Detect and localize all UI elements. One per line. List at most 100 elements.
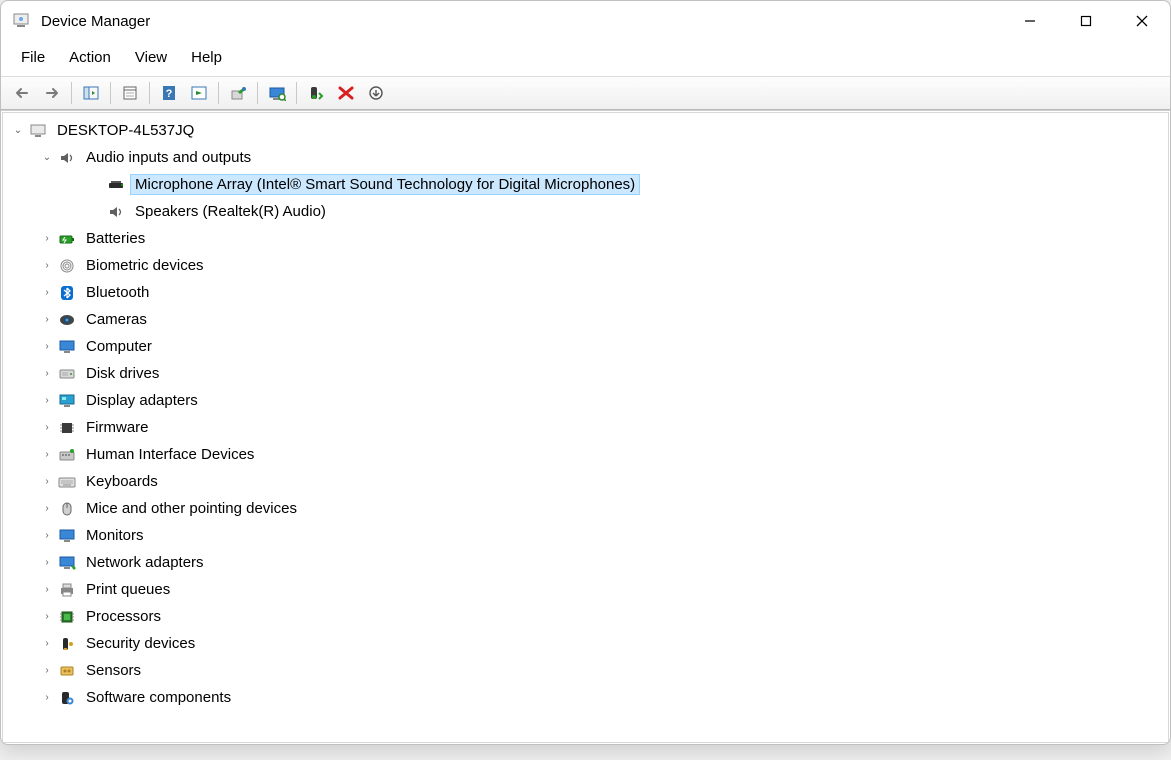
monitor-icon <box>56 526 78 546</box>
menu-view[interactable]: View <box>123 45 179 70</box>
tree-node[interactable]: ⌄ DESKTOP-4L537JQ <box>3 117 1168 144</box>
titlebar[interactable]: Device Manager <box>1 1 1170 41</box>
tree-node[interactable]: Microphone Array (Intel® Smart Sound Tec… <box>3 171 1168 198</box>
svg-text:?: ? <box>166 88 173 100</box>
monitor-icon <box>56 337 78 357</box>
sensor-icon <box>56 661 78 681</box>
menu-action[interactable]: Action <box>57 45 123 70</box>
bluetooth-icon <box>56 283 78 303</box>
tree-node[interactable]: › Cameras <box>3 306 1168 333</box>
toolbar-separator <box>296 82 297 104</box>
chevron-right-icon[interactable]: › <box>38 581 56 599</box>
security-icon <box>56 634 78 654</box>
scan-hardware-button[interactable] <box>263 80 291 106</box>
tree-node[interactable]: › Processors <box>3 603 1168 630</box>
forward-button[interactable] <box>38 80 66 106</box>
chevron-down-icon[interactable]: ⌄ <box>9 122 27 140</box>
hid-icon <box>56 445 78 465</box>
tree-node[interactable]: ›Biometric devices <box>3 252 1168 279</box>
cpu-icon <box>56 607 78 627</box>
minimize-button[interactable] <box>1002 1 1058 41</box>
tree-node[interactable]: › Batteries <box>3 225 1168 252</box>
menu-file[interactable]: File <box>9 45 57 70</box>
tree-node[interactable]: ›Sensors <box>3 657 1168 684</box>
enable-device-button[interactable] <box>302 80 330 106</box>
chevron-right-icon[interactable]: › <box>38 554 56 572</box>
keyboard-icon <box>56 472 78 492</box>
back-button[interactable] <box>8 80 36 106</box>
tree-node[interactable]: › Firmware <box>3 414 1168 441</box>
chevron-right-icon[interactable]: › <box>38 419 56 437</box>
refresh-button[interactable] <box>185 80 213 106</box>
device-tree[interactable]: ⌄ DESKTOP-4L537JQ ⌄ Audio inputs and output… <box>2 112 1169 743</box>
chevron-right-icon[interactable]: › <box>38 662 56 680</box>
update-driver-button[interactable] <box>224 80 252 106</box>
tree-node-label: Batteries <box>82 229 149 248</box>
chevron-right-icon[interactable]: › <box>38 311 56 329</box>
maximize-button[interactable] <box>1058 1 1114 41</box>
chevron-right-icon[interactable]: › <box>38 257 56 275</box>
tree-node[interactable]: ›Monitors <box>3 522 1168 549</box>
tree-node[interactable]: ⌄ Audio inputs and outputs <box>3 144 1168 171</box>
tree-node-label: Microphone Array (Intel® Smart Sound Tec… <box>131 175 639 194</box>
tree-node[interactable]: › Security devices <box>3 630 1168 657</box>
tree-node[interactable]: ›Disk drives <box>3 360 1168 387</box>
tree-node-label: Keyboards <box>82 472 162 491</box>
tree-node-label: Processors <box>82 607 165 626</box>
tree-node[interactable]: › Software components <box>3 684 1168 711</box>
menu-help[interactable]: Help <box>179 45 234 70</box>
tree-node-label: Computer <box>82 337 156 356</box>
chevron-right-icon[interactable]: › <box>38 392 56 410</box>
disk-icon <box>56 364 78 384</box>
chevron-right-icon[interactable]: › <box>38 338 56 356</box>
tree-node[interactable]: ›Human Interface Devices <box>3 441 1168 468</box>
chevron-right-icon[interactable]: › <box>38 527 56 545</box>
close-button[interactable] <box>1114 1 1170 41</box>
chevron-right-icon[interactable]: › <box>38 635 56 653</box>
help-button[interactable]: ? <box>155 80 183 106</box>
chevron-right-icon[interactable]: › <box>38 608 56 626</box>
tree-node-label: Security devices <box>82 634 199 653</box>
chevron-down-icon[interactable]: ⌄ <box>38 149 56 167</box>
properties-button[interactable] <box>116 80 144 106</box>
tree-node-label: Bluetooth <box>82 283 153 302</box>
app-icon <box>11 11 31 31</box>
chevron-right-icon[interactable]: › <box>38 473 56 491</box>
tree-node-label: Firmware <box>82 418 153 437</box>
chevron-right-icon[interactable]: › <box>38 365 56 383</box>
chevron-right-icon[interactable]: › <box>38 230 56 248</box>
tree-node[interactable]: › Mice and other pointing devices <box>3 495 1168 522</box>
chevron-right-icon[interactable]: › <box>38 284 56 302</box>
chevron-right-icon[interactable]: › <box>38 446 56 464</box>
show-hide-console-tree-button[interactable] <box>77 80 105 106</box>
tree-node-label: Print queues <box>82 580 174 599</box>
toolbar-separator <box>257 82 258 104</box>
tree-node[interactable]: ›Display adapters <box>3 387 1168 414</box>
software-icon <box>56 688 78 708</box>
tree-node[interactable]: › Bluetooth <box>3 279 1168 306</box>
chevron-right-icon[interactable]: › <box>38 500 56 518</box>
tree-node-label: Audio inputs and outputs <box>82 148 255 167</box>
uninstall-device-button[interactable] <box>332 80 360 106</box>
tree-node[interactable]: › Computer <box>3 333 1168 360</box>
tree-node[interactable]: › Print queues <box>3 576 1168 603</box>
toolbar: ? <box>1 76 1170 110</box>
tree-node[interactable]: › Keyboards <box>3 468 1168 495</box>
speaker-icon <box>56 148 78 168</box>
tree-node-label: Cameras <box>82 310 151 329</box>
device-manager-window: Device Manager File Action View Help <box>0 0 1171 745</box>
tree-node-label: Mice and other pointing devices <box>82 499 301 518</box>
window-controls <box>1002 1 1170 41</box>
chevron-right-icon[interactable]: › <box>38 689 56 707</box>
computer-icon <box>27 121 49 141</box>
tree-node-label: Software components <box>82 688 235 707</box>
toolbar-separator <box>218 82 219 104</box>
tree-node[interactable]: › Network adapters <box>3 549 1168 576</box>
mouse-icon <box>56 499 78 519</box>
tree-node-label: Network adapters <box>82 553 208 572</box>
tree-node-label: DESKTOP-4L537JQ <box>53 121 198 140</box>
tree-node[interactable]: Speakers (Realtek(R) Audio) <box>3 198 1168 225</box>
printer-icon <box>56 580 78 600</box>
fingerprint-icon <box>56 256 78 276</box>
add-legacy-hardware-button[interactable] <box>362 80 390 106</box>
